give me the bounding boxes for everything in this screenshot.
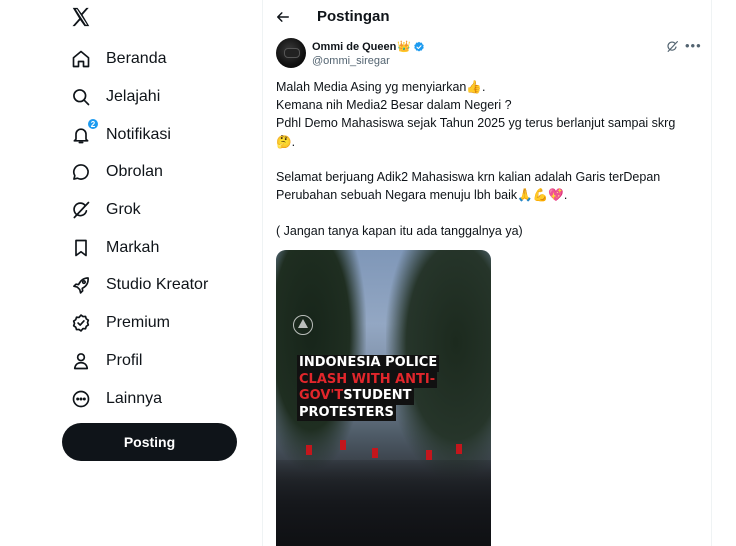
more-circle-icon [70, 388, 92, 410]
sidebar-item-label: Markah [106, 239, 160, 256]
media-headline: INDONESIA POLICE CLASH WITH ANTI- GOV'T … [297, 355, 440, 421]
bell-icon: 2 [70, 118, 99, 146]
search-icon [70, 86, 92, 108]
tweet-text-line: Pdhl Demo Mahasiswa sejak Tahun 2025 yg … [276, 116, 676, 130]
media-flag [456, 444, 462, 454]
sidebar-item-label: Studio Kreator [106, 276, 209, 293]
headline-line: INDONESIA POLICE [297, 355, 440, 372]
author-name-link[interactable]: Ommi de Queen 👑 [312, 40, 425, 53]
author-handle[interactable]: @ommi_siregar [312, 55, 390, 67]
person-icon [70, 350, 92, 372]
avatar[interactable] [276, 38, 306, 68]
sidebar-item-label: Beranda [106, 50, 167, 67]
headline-line: STUDENT [343, 388, 412, 405]
sidebar-item-lainnya[interactable]: Lainnya [70, 384, 162, 414]
headline-line: GOV'T [299, 388, 344, 405]
x-logo-icon[interactable] [70, 6, 94, 30]
post-button[interactable]: Posting [62, 423, 237, 461]
media-flag [306, 445, 312, 455]
media-crowd [276, 460, 491, 546]
tweet-text-line: 🤔. [276, 135, 296, 149]
sidebar-item-markah[interactable]: Markah [70, 233, 159, 263]
chat-icon [70, 161, 92, 183]
sidebar-item-label: Grok [106, 201, 141, 218]
column-divider [711, 0, 712, 546]
sidebar-item-grok[interactable]: Grok [70, 195, 141, 225]
back-arrow-icon[interactable] [273, 7, 293, 27]
sidebar-item-label: Jelajahi [106, 88, 161, 105]
sidebar-item-obrolan[interactable]: Obrolan [70, 157, 163, 187]
post-header: Postingan [263, 0, 711, 34]
verified-icon [413, 41, 425, 53]
notification-badge: 2 [87, 118, 99, 130]
tweet-text-line: Kemana nih Media2 Besar dalam Negeri ? [276, 98, 512, 112]
sidebar-item-notifikasi[interactable]: 2 Notifikasi [70, 118, 171, 150]
bookmark-icon [70, 237, 92, 259]
media-watermark-logo [293, 315, 313, 335]
sidebar-item-label: Premium [106, 314, 171, 331]
more-options-icon[interactable]: ••• [685, 38, 702, 53]
verified-badge-icon [70, 312, 92, 334]
sidebar-item-premium[interactable]: Premium [70, 308, 170, 338]
media-flag [340, 440, 346, 450]
sidebar-item-jelajahi[interactable]: Jelajahi [70, 82, 160, 112]
home-icon [70, 48, 92, 70]
sidebar-item-label: Profil [106, 352, 143, 369]
sidebar-item-studio-kreator[interactable]: Studio Kreator [70, 270, 208, 300]
author-name: Ommi de Queen [312, 40, 397, 53]
media-flag [372, 448, 378, 458]
rocket-icon [70, 274, 92, 296]
sidebar-item-label: Obrolan [106, 163, 163, 180]
media-flag [426, 450, 432, 460]
grok-icon[interactable] [666, 40, 679, 53]
headline-line: PROTESTERS [297, 404, 396, 421]
main-column: Postingan Ommi de Queen 👑 @ommi_siregar … [263, 0, 711, 546]
grok-icon [70, 199, 92, 221]
sidebar-item-label: Notifikasi [106, 126, 171, 143]
tweet-text-line: Selamat berjuang Adik2 Mahasiswa krn kal… [276, 170, 661, 184]
crown-emoji: 👑 [397, 41, 412, 53]
tweet-text-line: ( Jangan tanya kapan itu ada tanggalnya … [276, 224, 523, 238]
sidebar: Beranda Jelajahi 2 Notifikasi Obrolan Gr… [0, 0, 262, 546]
sidebar-item-label: Lainnya [106, 390, 163, 407]
tweet-media-video[interactable]: INDONESIA POLICE CLASH WITH ANTI- GOV'T … [276, 250, 491, 546]
page-title: Postingan [317, 8, 390, 25]
sidebar-item-beranda[interactable]: Beranda [70, 44, 167, 74]
headline-line: CLASH WITH ANTI- [297, 371, 438, 388]
sidebar-item-profil[interactable]: Profil [70, 346, 142, 376]
tweet-text-line: Malah Media Asing yg menyiarkan👍. [276, 80, 486, 94]
tweet-text-line: Perubahan sebuah Negara menuju lbh baik🙏… [276, 188, 568, 202]
